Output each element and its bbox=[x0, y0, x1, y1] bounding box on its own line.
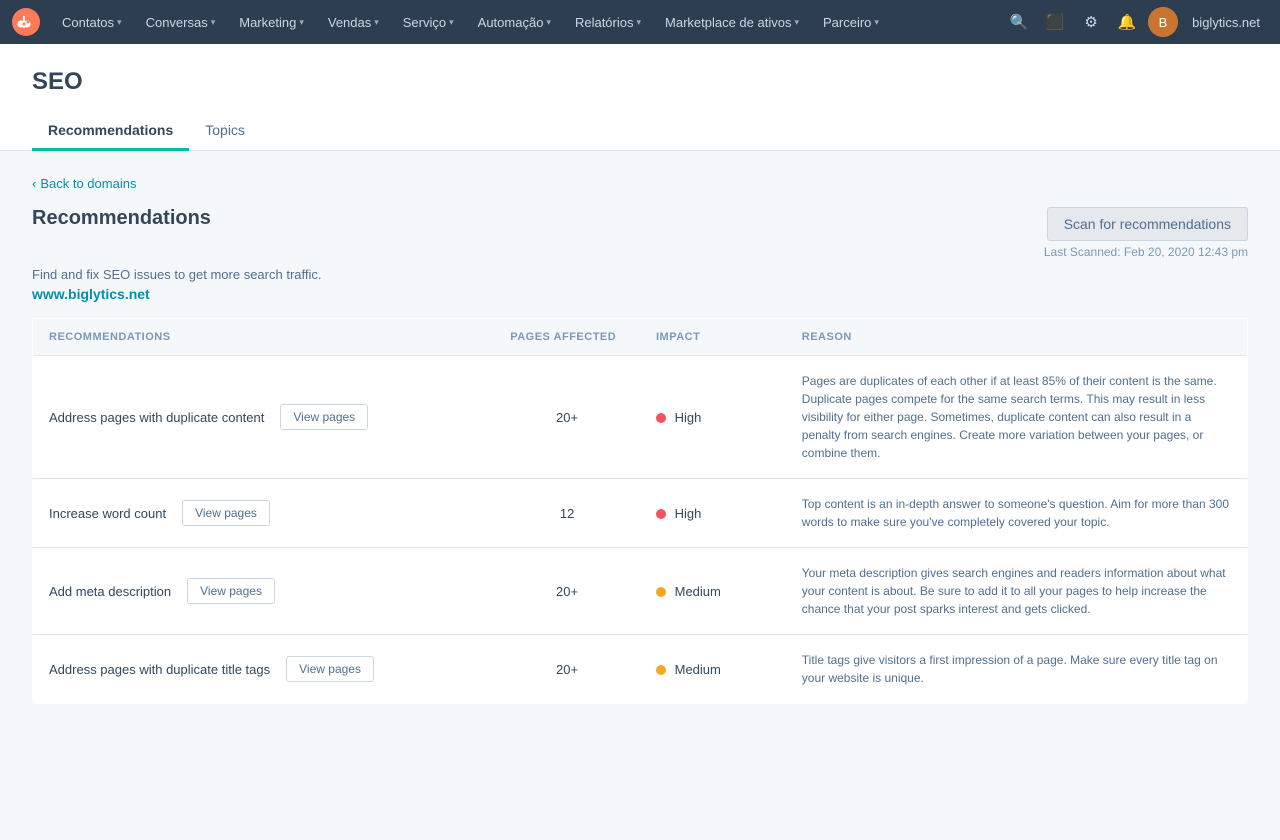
impact-label-3: Medium bbox=[675, 662, 721, 677]
col-header-pages-affected: PAGES AFFECTED bbox=[494, 319, 640, 356]
view-pages-button-3[interactable]: View pages bbox=[286, 656, 374, 682]
topnav: Contatos ▾ Conversas ▾ Marketing ▾ Venda… bbox=[0, 0, 1280, 44]
nav-automacao[interactable]: Automação ▾ bbox=[468, 11, 561, 34]
table-row: Increase word count View pages 12 High T… bbox=[33, 479, 1248, 548]
table-row: Address pages with duplicate title tags … bbox=[33, 635, 1248, 704]
cell-pages-affected-0: 20+ bbox=[494, 356, 640, 479]
impact-label-1: High bbox=[675, 506, 702, 521]
cell-pages-affected-2: 20+ bbox=[494, 548, 640, 635]
content-area: ‹ Back to domains Recommendations Scan f… bbox=[0, 151, 1280, 840]
cell-pages-affected-3: 20+ bbox=[494, 635, 640, 704]
settings-icon[interactable]: ⚙ bbox=[1076, 7, 1106, 37]
table-row: Add meta description View pages 20+ Medi… bbox=[33, 548, 1248, 635]
view-pages-button-2[interactable]: View pages bbox=[187, 578, 275, 604]
table-row: Address pages with duplicate content Vie… bbox=[33, 356, 1248, 479]
chevron-down-icon: ▾ bbox=[117, 17, 122, 28]
cell-rec-name-2: Add meta description View pages bbox=[33, 548, 495, 635]
topnav-right: 🔍 ⬛ ⚙ 🔔 B biglytics.net bbox=[1004, 7, 1268, 37]
cell-rec-name-3: Address pages with duplicate title tags … bbox=[33, 635, 495, 704]
chevron-down-icon: ▾ bbox=[794, 17, 799, 28]
last-scanned-label: Last Scanned: Feb 20, 2020 12:43 pm bbox=[1044, 245, 1248, 259]
cell-impact-0: High bbox=[640, 356, 786, 479]
chevron-left-icon: ‹ bbox=[32, 176, 36, 191]
view-pages-button-1[interactable]: View pages bbox=[182, 500, 270, 526]
scan-block: Scan for recommendations Last Scanned: F… bbox=[1044, 207, 1248, 259]
recommendations-title-block: Recommendations bbox=[32, 207, 211, 230]
impact-dot-1 bbox=[656, 509, 666, 519]
chevron-down-icon: ▾ bbox=[211, 17, 216, 28]
nav-conversas[interactable]: Conversas ▾ bbox=[136, 11, 226, 34]
hubspot-logo[interactable] bbox=[12, 8, 40, 36]
apps-icon[interactable]: ⬛ bbox=[1040, 7, 1070, 37]
tab-recommendations[interactable]: Recommendations bbox=[32, 112, 189, 151]
cell-reason-0: Pages are duplicates of each other if at… bbox=[786, 356, 1248, 479]
recommendations-description: Find and fix SEO issues to get more sear… bbox=[32, 267, 1248, 282]
account-name[interactable]: biglytics.net bbox=[1184, 11, 1268, 34]
cell-impact-3: Medium bbox=[640, 635, 786, 704]
chevron-down-icon: ▾ bbox=[636, 17, 641, 28]
view-pages-button-0[interactable]: View pages bbox=[280, 404, 368, 430]
chevron-down-icon: ▾ bbox=[546, 17, 551, 28]
nav-marketplace[interactable]: Marketplace de ativos ▾ bbox=[655, 11, 809, 34]
col-header-impact: IMPACT bbox=[640, 319, 786, 356]
nav-contatos[interactable]: Contatos ▾ bbox=[52, 11, 132, 34]
col-header-recommendations: RECOMMENDATIONS bbox=[33, 319, 495, 356]
cell-rec-name-1: Increase word count View pages bbox=[33, 479, 495, 548]
impact-dot-2 bbox=[656, 587, 666, 597]
page-wrap: SEO Recommendations Topics ‹ Back to dom… bbox=[0, 44, 1280, 840]
tabs: Recommendations Topics bbox=[32, 112, 1248, 150]
impact-dot-0 bbox=[656, 413, 666, 423]
recommendations-header-row: Recommendations Scan for recommendations… bbox=[32, 207, 1248, 259]
page-header: SEO Recommendations Topics bbox=[0, 44, 1280, 151]
page-title: SEO bbox=[32, 68, 1248, 96]
chevron-down-icon: ▾ bbox=[449, 17, 454, 28]
recommendations-title: Recommendations bbox=[32, 207, 211, 230]
domain-link[interactable]: www.biglytics.net bbox=[32, 286, 1248, 302]
scan-for-recommendations-button[interactable]: Scan for recommendations bbox=[1047, 207, 1248, 241]
cell-rec-name-0: Address pages with duplicate content Vie… bbox=[33, 356, 495, 479]
cell-pages-affected-1: 12 bbox=[494, 479, 640, 548]
col-header-reason: REASON bbox=[786, 319, 1248, 356]
chevron-down-icon: ▾ bbox=[874, 17, 879, 28]
nav-marketing[interactable]: Marketing ▾ bbox=[229, 11, 314, 34]
nav-servico[interactable]: Serviço ▾ bbox=[393, 11, 464, 34]
cell-reason-1: Top content is an in-depth answer to som… bbox=[786, 479, 1248, 548]
impact-label-2: Medium bbox=[675, 584, 721, 599]
nav-parceiro[interactable]: Parceiro ▾ bbox=[813, 11, 889, 34]
cell-impact-1: High bbox=[640, 479, 786, 548]
chevron-down-icon: ▾ bbox=[374, 17, 379, 28]
recommendations-table: RECOMMENDATIONS PAGES AFFECTED IMPACT RE… bbox=[32, 318, 1248, 704]
search-icon[interactable]: 🔍 bbox=[1004, 7, 1034, 37]
table-header-row: RECOMMENDATIONS PAGES AFFECTED IMPACT RE… bbox=[33, 319, 1248, 356]
cell-impact-2: Medium bbox=[640, 548, 786, 635]
notifications-icon[interactable]: 🔔 bbox=[1112, 7, 1142, 37]
chevron-down-icon: ▾ bbox=[299, 17, 304, 28]
impact-label-0: High bbox=[675, 410, 702, 425]
nav-relatorios[interactable]: Relatórios ▾ bbox=[565, 11, 651, 34]
svg-text:B: B bbox=[1159, 15, 1168, 30]
impact-dot-3 bbox=[656, 665, 666, 675]
cell-reason-2: Your meta description gives search engin… bbox=[786, 548, 1248, 635]
tab-topics[interactable]: Topics bbox=[189, 112, 261, 151]
avatar[interactable]: B bbox=[1148, 7, 1178, 37]
nav-vendas[interactable]: Vendas ▾ bbox=[318, 11, 389, 34]
cell-reason-3: Title tags give visitors a first impress… bbox=[786, 635, 1248, 704]
back-to-domains-link[interactable]: ‹ Back to domains bbox=[32, 176, 136, 191]
